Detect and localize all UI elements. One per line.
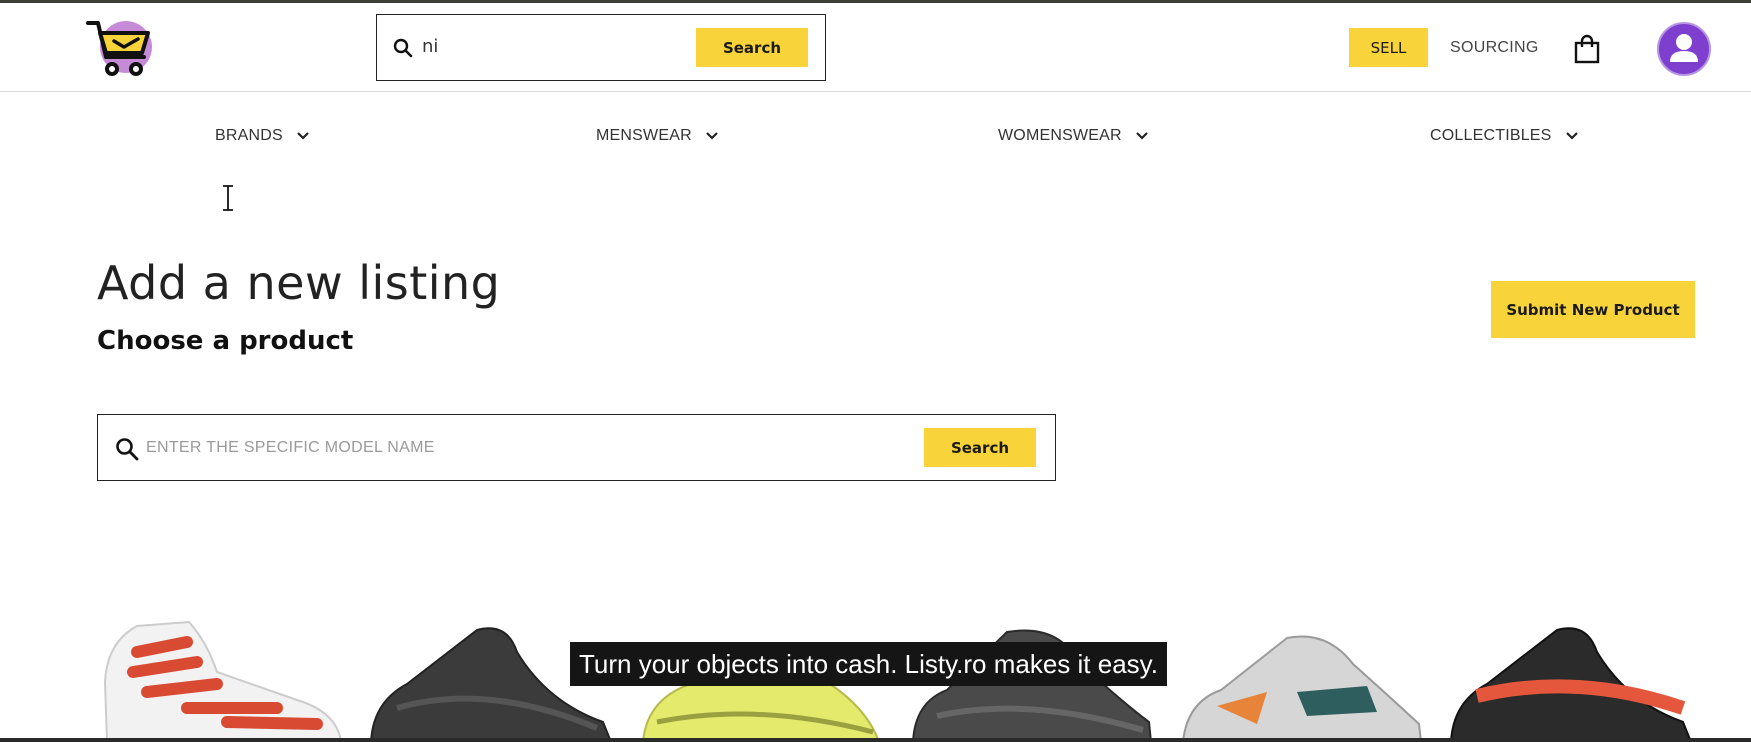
header-search-button[interactable]: Search <box>696 28 808 67</box>
header-search[interactable]: ni Search <box>376 14 826 81</box>
search-icon <box>393 38 413 58</box>
product-image[interactable] <box>97 612 343 742</box>
product-search-input[interactable] <box>146 428 906 468</box>
nav-item-label: WOMENSWEAR <box>998 127 1122 144</box>
product-image[interactable] <box>1177 612 1423 742</box>
shopping-bag-icon[interactable] <box>1574 34 1600 64</box>
chevron-down-icon <box>297 132 309 140</box>
product-search[interactable]: Search <box>97 414 1056 481</box>
video-caption: Turn your objects into cash. Listy.ro ma… <box>570 642 1167 686</box>
bottom-border <box>0 738 1751 742</box>
sell-button[interactable]: SELL <box>1349 28 1428 67</box>
chevron-down-icon <box>1565 132 1578 140</box>
nav-item-label: BRANDS <box>215 127 283 144</box>
header-search-input[interactable]: ni <box>422 36 438 57</box>
product-search-button[interactable]: Search <box>924 428 1036 467</box>
page-title: Add a new listing <box>97 256 501 310</box>
nav-item-label: MENSWEAR <box>596 127 692 144</box>
cart-logo-icon[interactable] <box>84 17 154 81</box>
user-icon <box>1670 34 1698 62</box>
avatar[interactable] <box>1657 22 1711 76</box>
search-icon <box>116 438 139 461</box>
submit-new-product-button[interactable]: Submit New Product <box>1491 281 1695 338</box>
section-subtitle: Choose a product <box>97 326 354 356</box>
nav-item-menswear[interactable]: MENSWEAR <box>596 127 718 145</box>
chevron-down-icon <box>1136 132 1148 140</box>
nav-item-label: COLLECTIBLES <box>1430 127 1552 144</box>
sourcing-link[interactable]: SOURCING <box>1450 39 1539 57</box>
nav-item-brands[interactable]: BRANDS <box>215 127 309 145</box>
nav-item-womenswear[interactable]: WOMENSWEAR <box>998 127 1148 145</box>
text-cursor-icon <box>223 185 233 211</box>
product-image[interactable] <box>1447 612 1693 742</box>
nav-item-collectibles[interactable]: COLLECTIBLES <box>1430 127 1578 145</box>
site-header: ni Search SELL SOURCING <box>0 3 1751 92</box>
chevron-down-icon <box>706 132 718 140</box>
